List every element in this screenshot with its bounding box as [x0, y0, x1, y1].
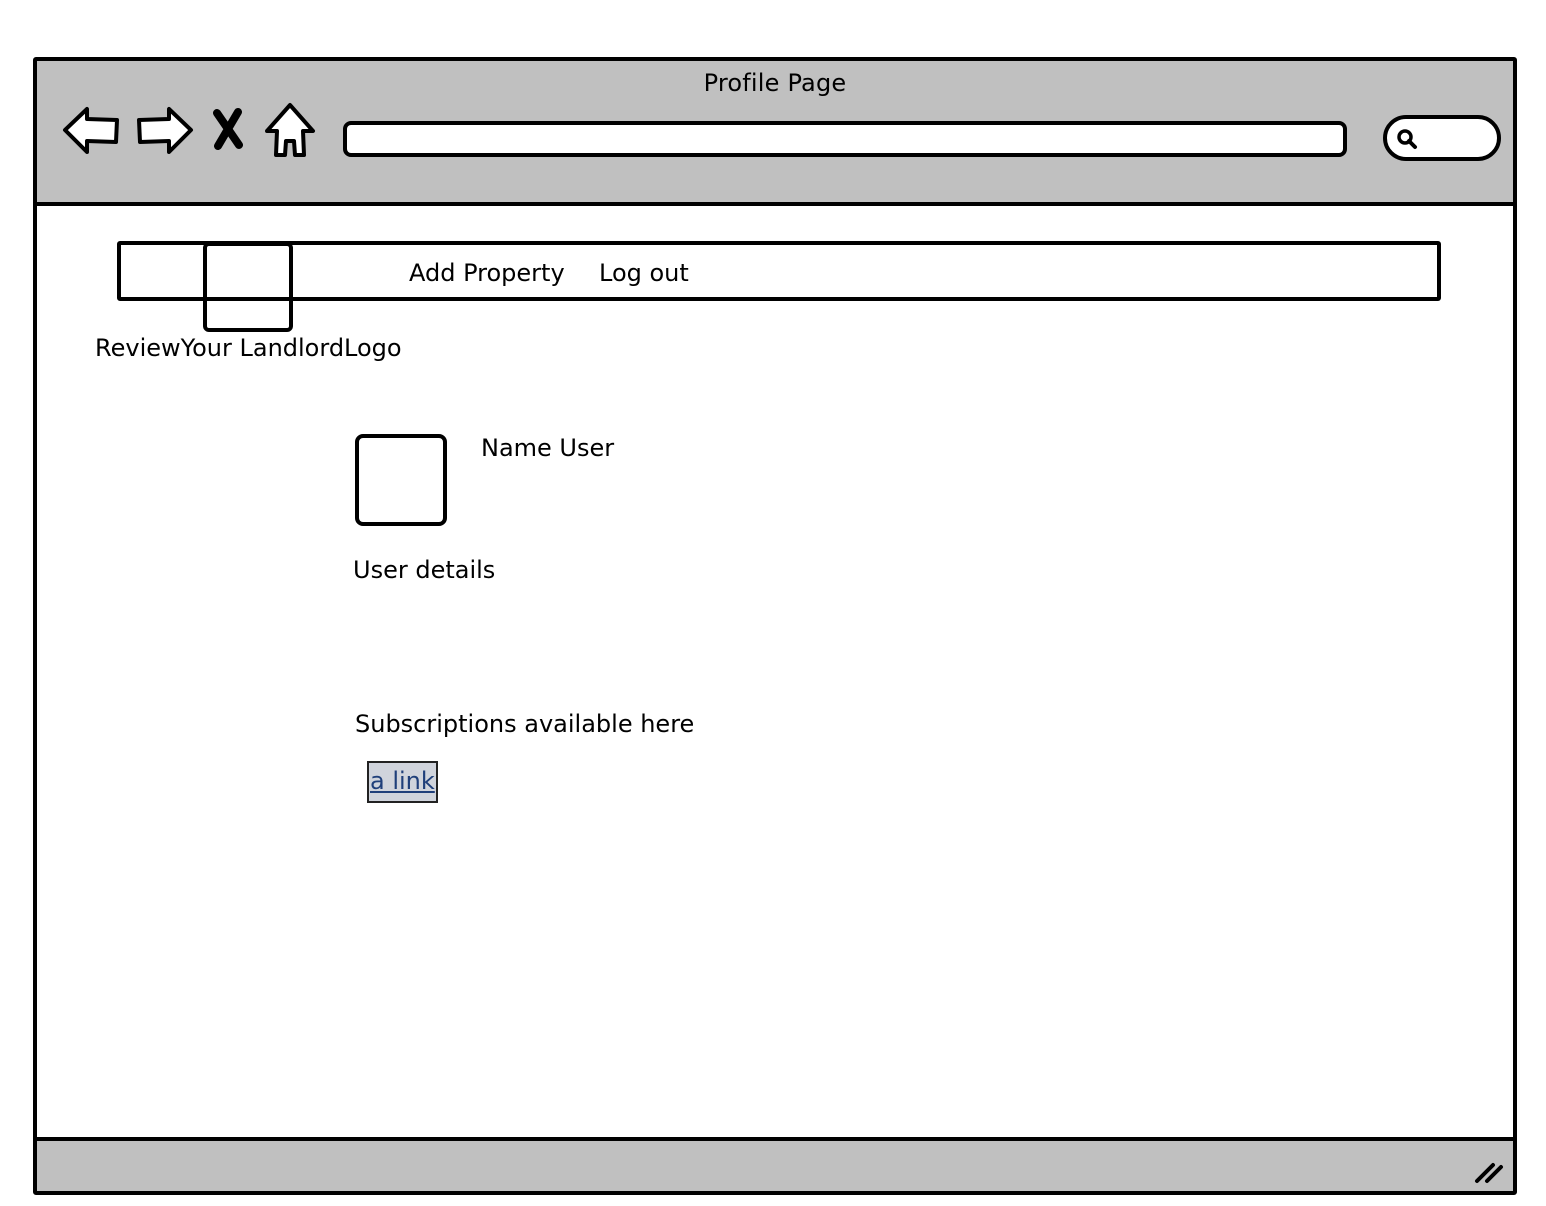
page-content: Add Property Log out ReviewYour Landlord… [37, 206, 1513, 1137]
search-field[interactable] [1383, 115, 1501, 161]
subscriptions-text: Subscriptions available here [355, 710, 695, 738]
user-details: User details [353, 556, 496, 584]
back-button[interactable] [61, 99, 123, 161]
browser-statusbar [37, 1137, 1513, 1191]
stop-button[interactable] [205, 99, 251, 161]
site-logo-label: ReviewYour LandlordLogo [95, 334, 402, 362]
forward-button[interactable] [133, 99, 195, 161]
user-name: Name User [481, 434, 615, 462]
subscriptions-link[interactable]: a link [367, 761, 438, 803]
window-title: Profile Page [703, 69, 847, 97]
back-arrow-icon [63, 107, 119, 154]
address-bar[interactable] [343, 121, 1347, 157]
search-icon [1397, 129, 1417, 149]
site-navbar: Add Property Log out [117, 241, 1441, 301]
nav-link-log-out[interactable]: Log out [599, 259, 689, 287]
home-button[interactable] [263, 99, 317, 161]
browser-window: Profile Page Add Property Log out Review… [33, 57, 1517, 1195]
site-logo[interactable] [203, 242, 293, 332]
browser-titlebar: Profile Page [37, 61, 1513, 206]
user-avatar [355, 434, 447, 526]
close-icon [213, 108, 243, 150]
nav-link-add-property[interactable]: Add Property [409, 259, 565, 287]
resize-grip-icon[interactable] [1473, 1157, 1505, 1185]
forward-arrow-icon [137, 107, 193, 154]
home-icon [265, 103, 315, 157]
